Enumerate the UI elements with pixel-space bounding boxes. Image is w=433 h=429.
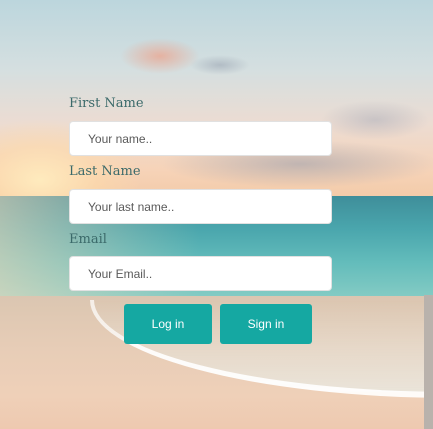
first-name-input[interactable]: [69, 121, 332, 156]
last-name-label: Last Name: [69, 164, 141, 179]
email-input[interactable]: [69, 256, 332, 291]
signin-button[interactable]: Sign in: [220, 304, 312, 344]
last-name-input[interactable]: [69, 189, 332, 224]
first-name-label: First Name: [69, 96, 144, 111]
signup-form: First Name Last Name Email Log in Sign i…: [0, 0, 433, 429]
login-button[interactable]: Log in: [124, 304, 212, 344]
email-label: Email: [69, 232, 107, 247]
